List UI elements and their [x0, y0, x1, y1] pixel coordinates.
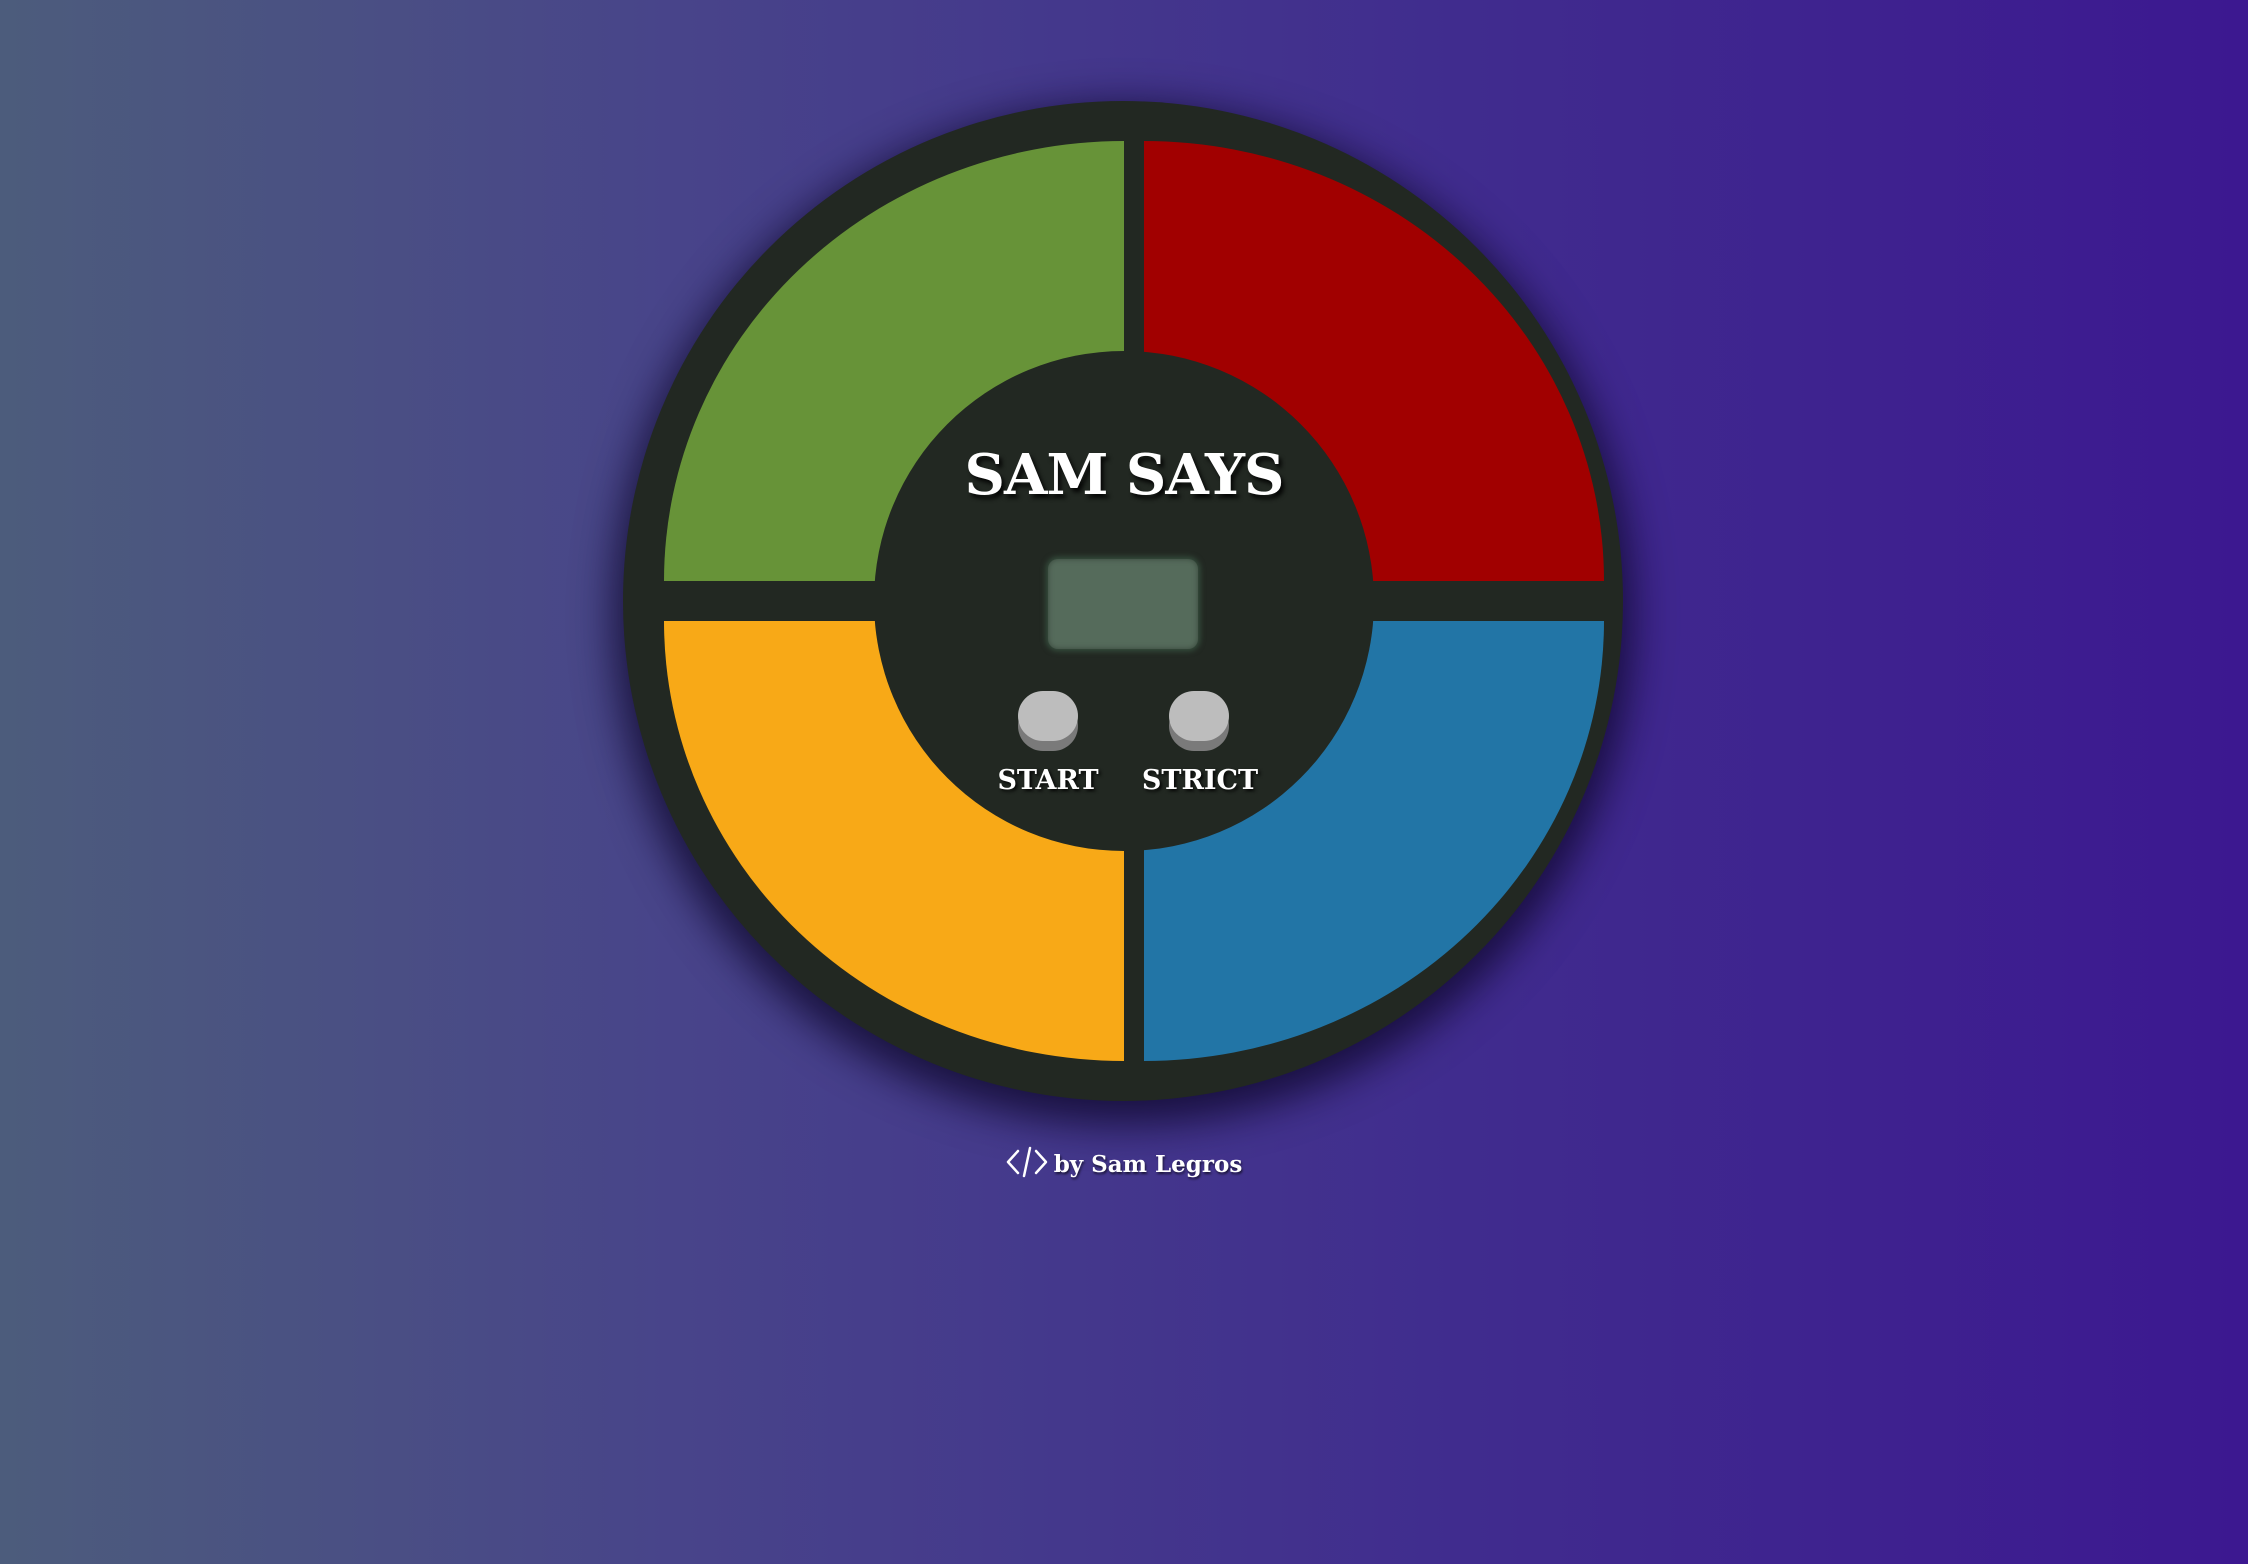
game-title: SAM SAYS — [964, 442, 1285, 508]
start-button[interactable] — [1018, 691, 1078, 741]
author-credit-link[interactable]: by Sam Legros — [1054, 1151, 1243, 1178]
strict-button[interactable] — [1169, 691, 1229, 741]
count-display — [1048, 559, 1198, 649]
game-board: SAM SAYS START STRICT — [623, 101, 1623, 1101]
strict-label: STRICT — [1141, 765, 1259, 796]
start-label: START — [997, 765, 1099, 796]
footer-credit: by Sam Legros — [0, 1146, 2248, 1184]
control-hub: SAM SAYS START STRICT — [874, 351, 1374, 851]
code-icon — [1006, 1146, 1048, 1184]
